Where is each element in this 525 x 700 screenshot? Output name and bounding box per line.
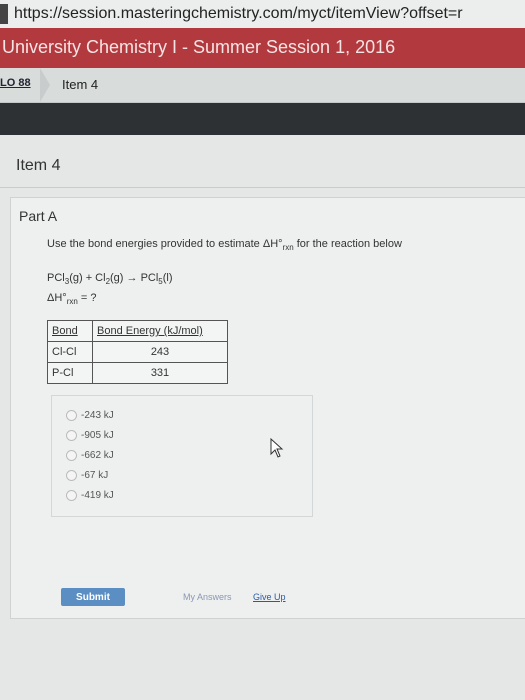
table-row: Cl-Cl 243 xyxy=(47,341,228,363)
choice-option[interactable]: -67 kJ xyxy=(66,470,108,486)
choice-option[interactable]: -419 kJ xyxy=(66,490,114,506)
bond-energy-table: Bond Bond Energy (kJ/mol) Cl-Cl 243 P-Cl… xyxy=(47,320,228,384)
eq-state: (l) xyxy=(162,272,173,284)
give-up-link[interactable]: Give Up xyxy=(253,592,286,602)
table-header-energy: Bond Energy (kJ/mol) xyxy=(92,320,228,342)
delta-h-label: ΔH° xyxy=(47,292,67,305)
course-header: University Chemistry I - Summer Session … xyxy=(0,28,525,68)
choice-label: -243 kJ xyxy=(81,410,114,422)
table-cell-bond: Cl-Cl xyxy=(47,341,93,363)
radio-icon[interactable] xyxy=(66,450,77,461)
breadcrumb-item: Item 4 xyxy=(62,77,99,92)
table-row: P-Cl 331 xyxy=(47,362,228,384)
reaction-line: PCl3(g) + Cl2(g) → PCl5(l) xyxy=(47,270,173,290)
radio-icon[interactable] xyxy=(66,410,77,421)
eq-pcl3: PCl xyxy=(47,272,65,284)
breadcrumb-lo-link[interactable]: LO 88 xyxy=(0,77,31,89)
question-text-end: for the reaction below xyxy=(293,238,402,250)
choice-label: -905 kJ xyxy=(81,430,114,442)
choice-label: -662 kJ xyxy=(81,450,114,462)
breadcrumb: LO 88 Item 4 xyxy=(0,68,525,103)
table-header-bond: Bond xyxy=(47,320,93,342)
part-title: Part A xyxy=(19,208,58,224)
breadcrumb-separator-icon xyxy=(40,68,50,102)
delta-h-line: ΔH°rxn = ? xyxy=(47,290,173,310)
delta-h-subscript: rxn xyxy=(66,297,78,307)
table-cell-energy: 243 xyxy=(92,341,228,363)
question-subscript: rxn xyxy=(282,243,294,253)
part-a-card: Part A Use the bond energies provided to… xyxy=(10,197,525,619)
table-cell-energy: 331 xyxy=(92,362,228,384)
radio-icon[interactable] xyxy=(66,430,77,441)
browser-address-bar[interactable]: https://session.masteringchemistry.com/m… xyxy=(0,0,525,28)
radio-icon[interactable] xyxy=(66,470,77,481)
reaction-equation: PCl3(g) + Cl2(g) → PCl5(l) ΔH°rxn = ? xyxy=(47,270,173,310)
mouse-cursor-icon xyxy=(270,438,284,458)
course-title: University Chemistry I - Summer Session … xyxy=(2,37,396,57)
eq-pcl5: (g) → PCl xyxy=(110,272,159,284)
choice-option[interactable]: -905 kJ xyxy=(66,430,114,446)
table-cell-bond: P-Cl xyxy=(47,362,93,384)
table-header-row: Bond Bond Energy (kJ/mol) xyxy=(47,320,228,342)
item-title: Item 4 xyxy=(16,157,61,174)
choice-option[interactable]: -243 kJ xyxy=(66,410,114,426)
item-panel: Item 4 Part A Use the bond energies prov… xyxy=(0,135,525,700)
eq-cl2: (g) + Cl xyxy=(69,272,106,284)
choice-option[interactable]: -662 kJ xyxy=(66,450,114,466)
url-text: https://session.masteringchemistry.com/m… xyxy=(14,5,463,22)
radio-icon[interactable] xyxy=(66,490,77,501)
delta-h-question: = ? xyxy=(77,292,97,305)
choice-label: -67 kJ xyxy=(81,470,109,482)
divider xyxy=(0,187,525,188)
question-text-start: Use the bond energies provided to estima… xyxy=(47,238,283,250)
my-answers-link[interactable]: My Answers xyxy=(183,592,232,602)
question-text: Use the bond energies provided to estima… xyxy=(47,238,402,252)
lock-icon xyxy=(0,3,8,24)
toolbar-band xyxy=(0,103,525,135)
choice-label: -419 kJ xyxy=(81,490,114,502)
submit-button[interactable]: Submit xyxy=(61,588,125,606)
